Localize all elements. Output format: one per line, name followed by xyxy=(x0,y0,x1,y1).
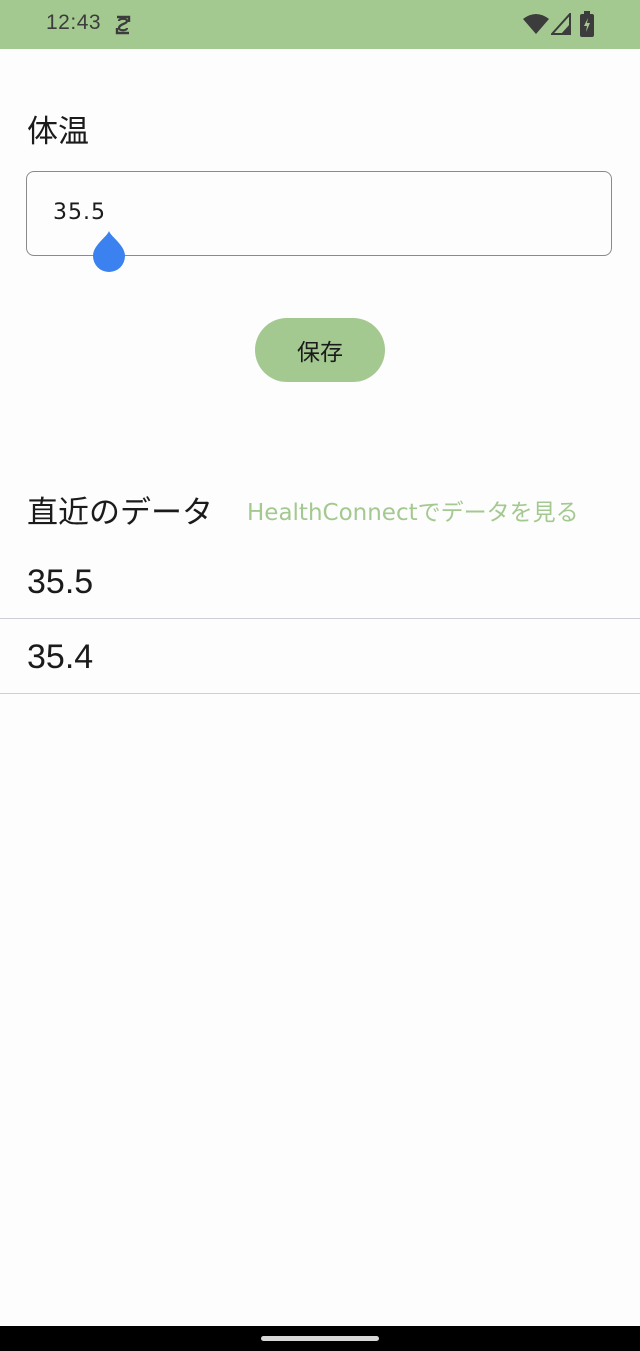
wifi-icon xyxy=(523,14,549,34)
navigation-bar xyxy=(0,1326,640,1351)
recent-data-list: 35.5 35.4 xyxy=(0,544,640,694)
recent-data-heading: 直近のデータ xyxy=(27,495,213,531)
list-item-value: 35.4 xyxy=(27,638,94,676)
text-cursor-handle-icon[interactable] xyxy=(92,231,126,273)
main-content: 体温 35.5 保存 直近のデータ HealthConnectでデータを見る 3… xyxy=(0,49,640,1326)
cellular-signal-icon xyxy=(551,13,571,35)
page-title: 体温 xyxy=(27,114,89,150)
battery-charging-icon xyxy=(580,11,594,37)
home-gesture-handle[interactable] xyxy=(261,1336,379,1341)
save-button[interactable]: 保存 xyxy=(255,318,385,382)
status-bar: 12:43 xyxy=(0,0,640,49)
temperature-input-value[interactable]: 35.5 xyxy=(53,200,106,225)
sync-icon xyxy=(115,15,131,35)
status-time: 12:43 xyxy=(46,11,102,34)
health-connect-link[interactable]: HealthConnectでデータを見る xyxy=(247,493,579,527)
list-item-value: 35.5 xyxy=(27,563,94,601)
list-item[interactable]: 35.4 xyxy=(0,619,640,694)
list-item[interactable]: 35.5 xyxy=(0,544,640,619)
